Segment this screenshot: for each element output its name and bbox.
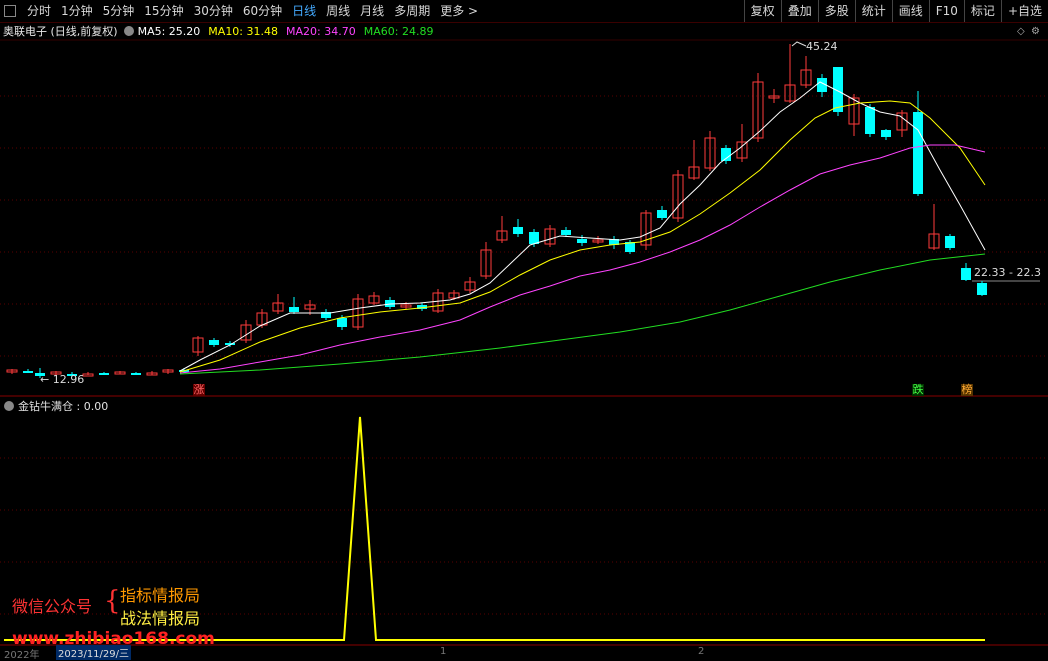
candle-body-down	[337, 318, 347, 327]
candle-body-down	[865, 107, 875, 134]
candle-body-down	[977, 283, 987, 295]
candle-body-down	[289, 307, 299, 312]
low-price-label: ← 12.96	[40, 373, 85, 386]
gear-icon[interactable]: ⚙	[1031, 26, 1040, 37]
watermark-wechat: 微信公众号	[12, 597, 93, 616]
candle-body-down	[945, 236, 955, 248]
ma5-label: MA5: 25.20	[137, 24, 201, 38]
month-2-label: 2	[698, 646, 705, 657]
ma-lines	[179, 81, 986, 375]
ma10-label: MA10: 31.48	[208, 24, 279, 38]
candle-body-down	[881, 130, 891, 137]
candle-body-down	[657, 210, 667, 218]
ma60-label: MA60: 24.89	[363, 24, 434, 38]
indicator-title: 金钻牛满仓 : 0.00	[18, 400, 109, 413]
ma20-label: MA20: 34.70	[286, 24, 356, 38]
watermark-line1: 指标情报局	[120, 586, 201, 605]
ma20-line	[179, 144, 986, 374]
candle-body-down	[561, 230, 571, 235]
ma-legend: 奥联电子 (日线,前复权) MA5: 25.20 MA10: 31.48 MA2…	[0, 22, 441, 40]
year-label: 2022年	[4, 650, 40, 661]
month-1-label: 1	[440, 646, 447, 657]
candle-body-down	[23, 371, 33, 373]
candle-body-down	[99, 373, 109, 375]
date-axis: 2022年 2023/11/29/三 1 2	[0, 645, 1048, 661]
high-price-label: 45.24	[806, 40, 838, 53]
stock-name[interactable]: 奥联电子 (日线,前复权)	[3, 23, 118, 39]
kline-chart[interactable]	[0, 0, 1048, 656]
candle-body-down	[913, 112, 923, 194]
high-pointer	[791, 41, 807, 47]
tag-up[interactable]: 涨	[193, 384, 205, 396]
candle-body-down	[577, 239, 587, 243]
watermark-brace: {	[104, 586, 121, 616]
watermark-line2: 战法情报局	[120, 609, 201, 628]
tag-list[interactable]: 榜	[961, 384, 973, 396]
tag-down[interactable]: 跌	[912, 384, 924, 396]
settings-icon[interactable]	[123, 26, 134, 36]
candle-body-down	[513, 227, 523, 234]
candle-body-down	[529, 232, 539, 244]
candle-body-down	[209, 340, 219, 345]
candle-body-down	[961, 268, 971, 280]
panel-corner-icons: ◇ ⚙	[1017, 26, 1040, 37]
indicator-legend: 金钻牛满仓 : 0.00	[4, 398, 108, 414]
cursor-date: 2023/11/29/三	[56, 645, 132, 660]
diamond-icon[interactable]: ◇	[1017, 26, 1025, 37]
candles	[6, 44, 987, 378]
indicator-settings-icon[interactable]	[4, 401, 14, 411]
candle-body-down	[131, 373, 141, 375]
price-range-label: 22.33 - 22.3	[974, 266, 1041, 279]
